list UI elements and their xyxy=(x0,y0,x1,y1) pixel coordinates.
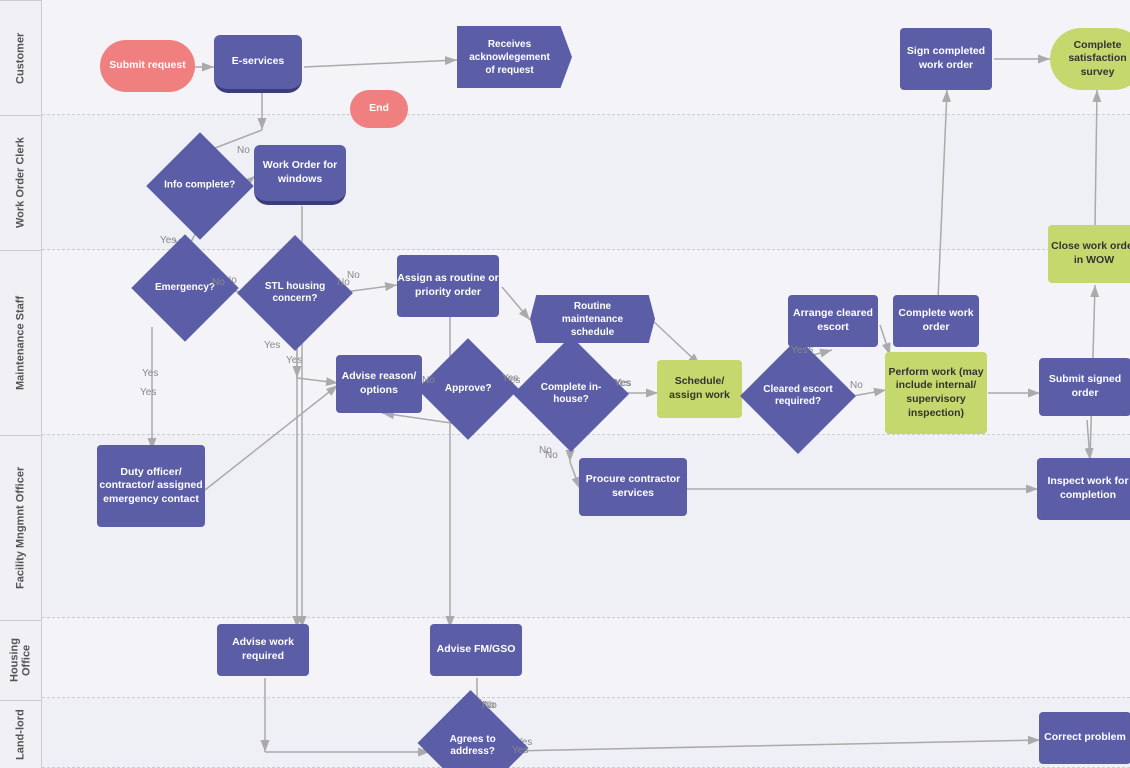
diagram-area: No Yes Yes No No Yes No Yes xyxy=(42,0,1130,768)
submit-request-node: Submit request xyxy=(100,40,195,92)
advise-work-node: Advise work required xyxy=(217,624,309,676)
main-container: Customer Work Order Clerk Maintenance St… xyxy=(0,0,1130,768)
procure-contractor-node: Procure contractor services xyxy=(579,458,687,516)
swim-lane-labels: Customer Work Order Clerk Maintenance St… xyxy=(0,0,42,768)
label-yes-6: Yes xyxy=(142,368,158,379)
e-services-node: E-services xyxy=(214,35,302,93)
lane-label-facility: Facility Mngmnt Officer xyxy=(0,435,41,620)
complete-wo-node: Complete work order xyxy=(893,295,979,347)
label-no-5: No xyxy=(539,445,552,456)
close-wo-node: Close work order in WOW xyxy=(1048,225,1130,283)
submit-signed-node: Submit signed order xyxy=(1039,358,1130,416)
inspect-work-node: Inspect work for completion xyxy=(1037,458,1130,520)
end-node: End xyxy=(350,90,408,128)
label-yes-7: Yes xyxy=(512,745,528,756)
label-no-3: No xyxy=(337,277,350,288)
label-yes-3: Yes xyxy=(502,373,518,384)
label-yes-4: Yes xyxy=(614,378,630,389)
label-no-2: No xyxy=(212,277,225,288)
schedule-work-node: Schedule/ assign work xyxy=(657,360,742,418)
lane-label-landlord: Land-lord xyxy=(0,700,41,768)
correct-problem-node: Correct problem xyxy=(1039,712,1130,764)
arrange-escort-node: Arrange cleared escort xyxy=(788,295,878,347)
lane-bg-landlord xyxy=(42,698,1130,768)
lane-bg-housing xyxy=(42,618,1130,698)
routine-maint-node: Routine maintenance schedule xyxy=(530,295,655,343)
sign-completed-node: Sign completed work order xyxy=(900,28,992,90)
label-yes-2: Yes xyxy=(264,340,280,351)
label-yes-5: Yes xyxy=(791,345,807,356)
complete-survey-node: Complete satisfaction survey xyxy=(1050,28,1130,90)
lane-label-maint: Maintenance Staff xyxy=(0,250,41,435)
receives-ack-node: Receives acknowlegement of request xyxy=(457,26,572,88)
advise-fm-node: Advise FM/GSO xyxy=(430,624,522,676)
perform-work-node: Perform work (may include internal/ supe… xyxy=(885,352,987,434)
label-no-6: No xyxy=(482,700,495,711)
label-yes-1: Yes xyxy=(160,235,176,246)
wo-windows-node: Work Order for windows xyxy=(254,145,346,205)
lane-label-customer: Customer xyxy=(0,0,41,115)
lane-label-woclerk: Work Order Clerk xyxy=(0,115,41,250)
label-no-4: No xyxy=(422,375,435,386)
duty-officer-node: Duty officer/ contractor/ assigned emerg… xyxy=(97,445,205,527)
assign-routine-node: Assign as routine or priority order xyxy=(397,255,499,317)
label-no-1: No xyxy=(237,145,250,156)
advise-reason-node: Advise reason/ options xyxy=(336,355,422,413)
lane-label-housing: Housing Office xyxy=(0,620,41,700)
